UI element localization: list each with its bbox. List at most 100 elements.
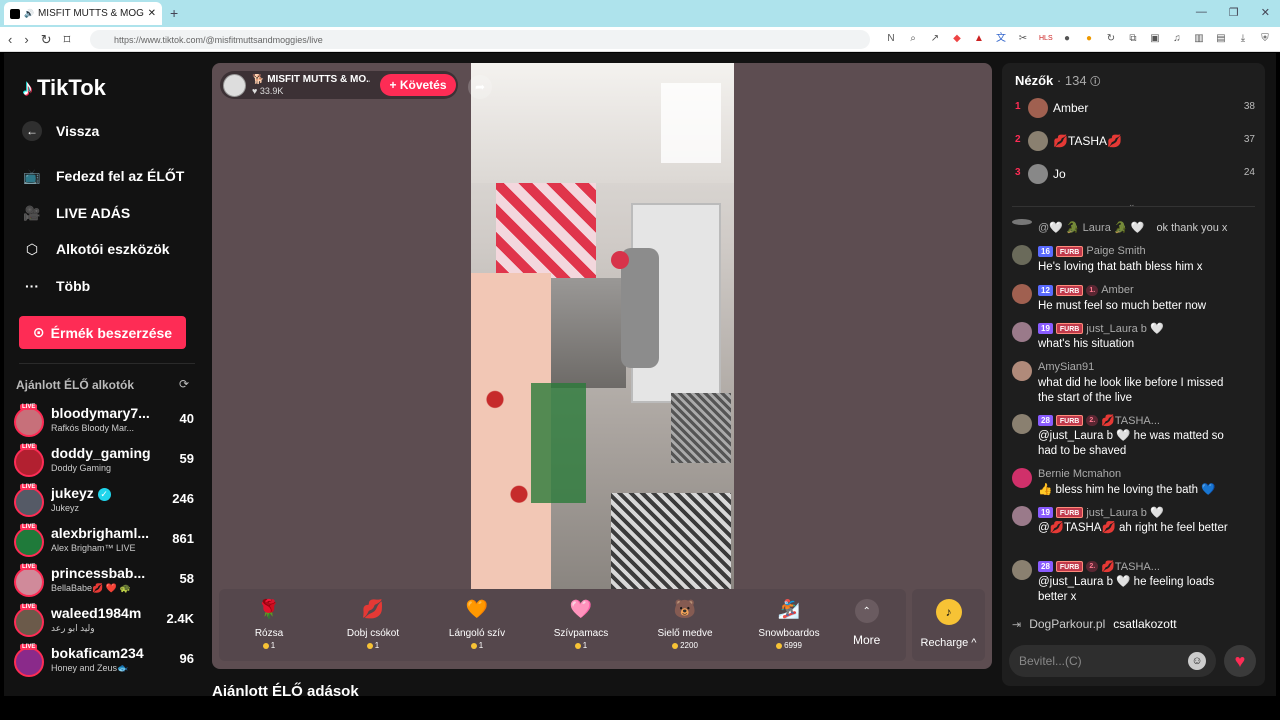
chat-avatar[interactable] xyxy=(1012,245,1032,265)
shield-icon[interactable]: ◆ xyxy=(951,33,963,45)
extension-icon[interactable]: ● xyxy=(1061,33,1073,45)
chat-avatar[interactable] xyxy=(1012,361,1032,381)
chat-avatar[interactable] xyxy=(1012,219,1032,225)
live-player[interactable]: 🐕 MISFIT MUTTS & MO... ♥ 33.9K + Követés… xyxy=(212,63,992,669)
more-gifts-button[interactable]: ⌃ More xyxy=(853,599,880,647)
chat-avatar[interactable] xyxy=(1012,322,1032,342)
chat-user[interactable]: just_Laura b 🤍 xyxy=(1086,322,1163,335)
recommended-creator[interactable]: LIVE bloodymary7... Rafkós Bloody Mar... 40 xyxy=(14,403,194,443)
chat-header: @🤍 🐊 Laura 🐊 🤍 ok thank you x xyxy=(1038,221,1227,235)
chat-user[interactable]: AmySian91 xyxy=(1038,361,1094,373)
chat-user[interactable]: Amber xyxy=(1101,284,1133,296)
share-icon[interactable]: ➦ xyxy=(468,75,492,99)
gift-item[interactable]: 💋 Dobj csókot 1 xyxy=(323,595,423,651)
reader-icon[interactable]: N xyxy=(885,33,897,45)
wallet-icon[interactable]: ▤ xyxy=(1215,33,1227,45)
recharge-button[interactable]: ♪ Recharge ^ xyxy=(912,589,985,661)
nav-explore-live[interactable]: 📺 Fedezd fel az ÉLŐT xyxy=(22,166,184,186)
back-arrow-icon[interactable]: ‹ xyxy=(8,32,12,48)
chat-avatar[interactable] xyxy=(1012,506,1032,526)
zoom-icon[interactable]: ⌕ xyxy=(907,33,919,45)
gift-item[interactable]: 🩷 Szívpamacs 1 xyxy=(531,595,631,651)
chevron-down-icon[interactable]: ⌄ xyxy=(1128,199,1136,210)
bookmark-icon[interactable]: ⌑ xyxy=(64,32,71,48)
like-heart-button[interactable]: ♥ xyxy=(1224,645,1256,677)
top-viewer-row[interactable]: 1 Amber 38 xyxy=(1015,98,1255,118)
creator-subtitle: Honey and Zeus🐟 xyxy=(51,663,129,673)
screenshot-icon[interactable]: ▣ xyxy=(1149,33,1161,45)
gift-item[interactable]: 🌹 Rózsa 1 xyxy=(219,595,319,651)
viewers-header[interactable]: Nézők · 134 ⓘ xyxy=(1015,73,1100,88)
host-info[interactable]: 🐕 MISFIT MUTTS & MO... ♥ 33.9K + Követés xyxy=(220,71,458,99)
recommended-creator[interactable]: LIVE waleed1984m وليد ابو رعد 2.4K xyxy=(14,603,194,643)
minimize-icon[interactable]: — xyxy=(1196,6,1207,19)
chat-user[interactable]: just_Laura b 🤍 xyxy=(1086,506,1163,519)
chat-user[interactable]: 💋TASHA... xyxy=(1101,414,1160,427)
browser-tab[interactable]: 🔊 MISFIT MUTTS & MOGGIE ✕ xyxy=(4,2,162,25)
recommended-creator[interactable]: LIVE princessbab... BellaBabe💋 ❤️ 🐢 58 xyxy=(14,563,194,603)
chat-avatar[interactable] xyxy=(1012,284,1032,304)
recommended-creator[interactable]: LIVE jukeyz ✓ Jukeyz 246 xyxy=(14,483,194,523)
recommended-creator[interactable]: LIVE bokaficam234 Honey and Zeus🐟 96 xyxy=(14,643,194,683)
extension-icon[interactable]: ● xyxy=(1083,33,1095,45)
get-coins-button[interactable]: ⊙ Érmék beszerzése xyxy=(19,316,186,349)
chat-input[interactable]: Bevitel...(C) ☺ xyxy=(1009,645,1216,677)
recommended-creator[interactable]: LIVE alexbrighaml... Alex Brigham™ LIVE 861 xyxy=(14,523,194,563)
host-name[interactable]: 🐕 MISFIT MUTTS & MO... xyxy=(252,74,370,85)
gift-name: Rózsa xyxy=(254,628,284,639)
follow-button[interactable]: + Követés xyxy=(380,74,456,96)
nav-go-live[interactable]: 🎥 LIVE ADÁS xyxy=(22,203,130,223)
triangle-icon[interactable]: ▲ xyxy=(973,33,985,45)
browser-tab-bar: 🔊 MISFIT MUTTS & MOGGIE ✕ + — ❐ ✕ xyxy=(0,0,1280,27)
chat-user[interactable]: @🤍 🐊 Laura 🐊 🤍 xyxy=(1038,221,1144,234)
top-viewer-row[interactable]: 3 Jo 24 xyxy=(1015,164,1255,184)
restore-icon[interactable]: ❐ xyxy=(1229,6,1239,19)
creator-name: waleed1984m xyxy=(51,605,142,621)
live-video[interactable] xyxy=(471,63,734,589)
music-icon[interactable]: ♫ xyxy=(1171,33,1183,45)
gift-item[interactable]: 🧡 Lángoló szív 1 xyxy=(427,595,527,651)
emoji-icon[interactable]: ☺ xyxy=(1188,652,1206,670)
live-tv-icon: 📺 xyxy=(23,167,41,184)
gift-item[interactable]: 🐻 Sielő medve 2200 xyxy=(635,595,735,651)
creator-name: doddy_gaming xyxy=(51,445,151,461)
chat-avatar[interactable] xyxy=(1012,560,1032,580)
puzzle-icon[interactable]: ⧉ xyxy=(1127,33,1139,45)
chat-avatar[interactable] xyxy=(1012,414,1032,434)
new-tab-button[interactable]: + xyxy=(170,5,178,21)
speaker-icon[interactable]: 🔊 xyxy=(24,9,34,18)
chat-user[interactable]: 💋TASHA... xyxy=(1101,560,1160,573)
chat-avatar[interactable] xyxy=(1012,468,1032,488)
reload-icon[interactable]: ↻ xyxy=(41,32,52,48)
refresh-icon[interactable]: ⟳ xyxy=(179,377,189,391)
forward-arrow-icon[interactable]: › xyxy=(24,32,28,48)
chat-user[interactable]: Paige Smith xyxy=(1086,245,1145,257)
tab-close-icon[interactable]: ✕ xyxy=(148,8,156,19)
refresh-ext-icon[interactable]: ↻ xyxy=(1105,33,1117,45)
back-link[interactable]: ← Vissza xyxy=(22,121,99,141)
chat-badge: 28 xyxy=(1038,415,1053,426)
vpn-icon[interactable]: ⛨ xyxy=(1259,33,1271,45)
help-icon[interactable]: ⓘ xyxy=(1090,77,1100,88)
recommended-creator[interactable]: LIVE doddy_gaming Doddy Gaming 59 xyxy=(14,443,194,483)
join-user[interactable]: DogParkour.pl xyxy=(1029,617,1105,631)
host-likes: ♥ 33.9K xyxy=(252,86,284,96)
creator-name: jukeyz ✓ xyxy=(51,485,151,501)
download-icon[interactable]: ⤓ xyxy=(1237,33,1249,45)
window-close-icon[interactable]: ✕ xyxy=(1261,6,1270,19)
gift-item[interactable]: 🏂 Snowboardos 6999 xyxy=(739,595,839,651)
host-avatar[interactable] xyxy=(223,74,246,97)
nav-creator-tools[interactable]: ⬡ Alkotói eszközök xyxy=(22,239,170,259)
top-viewer-row[interactable]: 2 💋TASHA💋 37 xyxy=(1015,131,1255,151)
chat-text: He's loving that bath bless him x xyxy=(1038,261,1203,273)
creator-avatar xyxy=(14,487,44,517)
share-page-icon[interactable]: ↗ xyxy=(929,33,941,45)
chat-user[interactable]: Bernie Mcmahon xyxy=(1038,468,1121,480)
sidebar-icon[interactable]: ▥ xyxy=(1193,33,1205,45)
translate-icon[interactable]: 文 xyxy=(995,33,1007,45)
url-field[interactable]: https://www.tiktok.com/@misfitmuttsandmo… xyxy=(90,30,870,49)
tiktok-logo[interactable]: ♪ TikTok xyxy=(22,75,106,101)
nav-more[interactable]: ··· Több xyxy=(22,276,90,296)
tools-icon[interactable]: ✂ xyxy=(1017,33,1029,45)
hls-icon[interactable]: HLS xyxy=(1039,33,1053,45)
